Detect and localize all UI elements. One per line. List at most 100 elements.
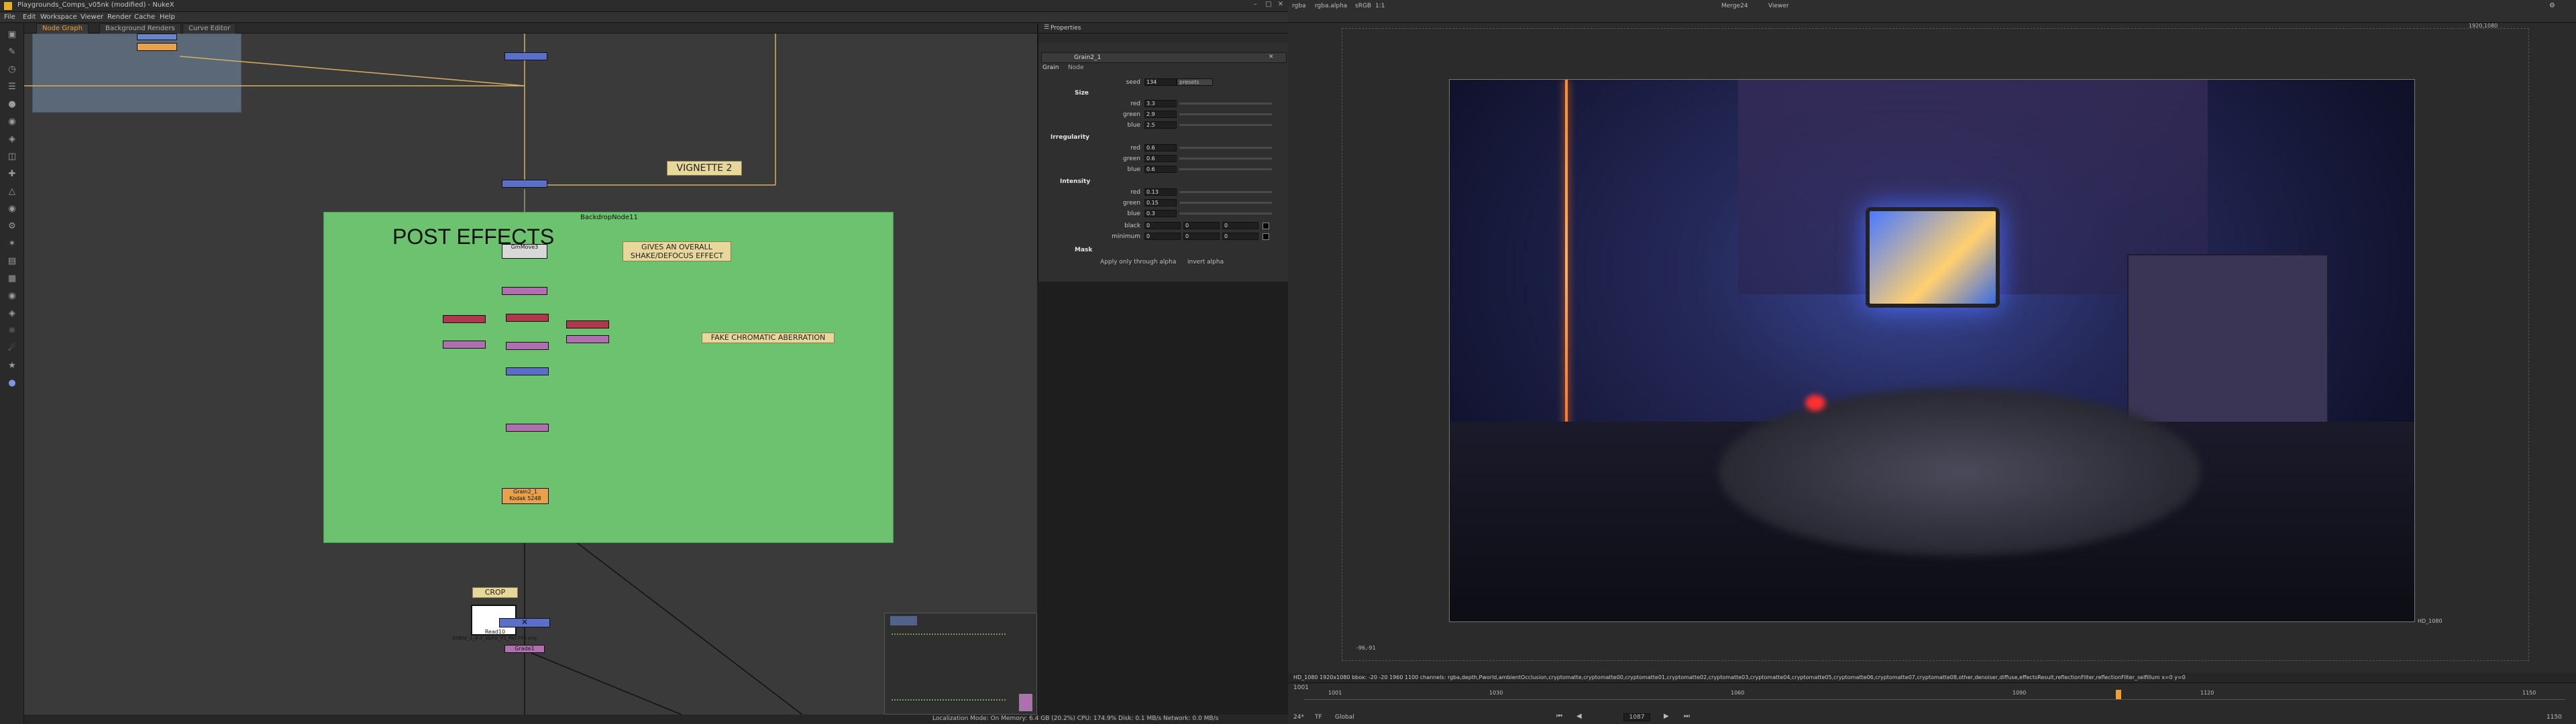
channel-tools-icon[interactable]: ☰ <box>5 80 19 94</box>
tf-dropdown[interactable]: TF <box>1315 714 1322 721</box>
goto-start-icon[interactable]: ⏮ <box>1556 713 1562 720</box>
close-node-icon[interactable]: ✕ <box>1269 54 1274 60</box>
input-b-dropdown[interactable]: Merge24 <box>1721 3 1748 9</box>
presets-dropdown[interactable]: presets <box>1177 78 1213 86</box>
other-tools-icon[interactable]: ◉ <box>5 290 19 303</box>
sticky-crop[interactable]: CROP <box>472 587 518 598</box>
transform-tools-icon[interactable]: ✚ <box>5 168 19 181</box>
3d-tools-icon[interactable]: △ <box>5 185 19 198</box>
size-red-slider[interactable] <box>1179 103 1272 105</box>
apply-alpha-checkbox[interactable]: Apply only through alpha <box>1100 259 1176 265</box>
zoom-dropdown[interactable]: 1:1 <box>1375 3 1385 9</box>
views-tools-icon[interactable]: ◉ <box>5 202 19 216</box>
goto-end-icon[interactable]: ⏭ <box>1684 713 1690 720</box>
sticky-chroma[interactable]: FAKE CHROMATIC ABERRATION <box>702 333 835 343</box>
frame-out[interactable]: 1150 <box>2546 714 2562 721</box>
seed-value[interactable]: 134 <box>1144 78 1177 86</box>
int-blue-value[interactable]: 0.3 <box>1144 210 1177 217</box>
current-frame-field[interactable]: 1087 <box>1623 713 1650 721</box>
node-merge-vignette[interactable] <box>502 180 547 188</box>
tab-grain[interactable]: Grain <box>1042 64 1059 71</box>
minimum-g[interactable]: 0 <box>1183 233 1220 240</box>
menu-help[interactable]: Help <box>160 13 175 21</box>
invert-alpha-checkbox[interactable]: invert alpha <box>1187 259 1224 265</box>
properties-menu-icon[interactable]: ☰ <box>1044 24 1049 31</box>
ocula-tools-icon[interactable]: ☼ <box>5 324 19 338</box>
minimum-b[interactable]: 0 <box>1222 233 1258 240</box>
input-a-dropdown[interactable]: Viewer <box>1768 3 1789 9</box>
node-graph-canvas[interactable]: VIGNETTE 2 BackdropNode11 POST EFFECTS G… <box>24 34 1037 715</box>
play-icon[interactable]: ▶ <box>1664 713 1669 720</box>
toolsets-icon[interactable]: ▦ <box>5 272 19 286</box>
menu-file[interactable]: File <box>4 13 15 21</box>
filter-tools-icon[interactable]: ◉ <box>5 115 19 129</box>
furnace-tools-icon[interactable]: ◈ <box>5 307 19 320</box>
black-color-swatch[interactable] <box>1263 223 1269 229</box>
keyer-tools-icon[interactable]: ◈ <box>5 133 19 146</box>
minimize-icon[interactable]: – <box>1249 1 1261 10</box>
tab-node-graph[interactable]: Node Graph <box>36 23 89 34</box>
gizmo-tools-icon[interactable]: ● <box>5 377 19 390</box>
particles-tools-icon[interactable]: ✶ <box>5 237 19 251</box>
irr-blue-value[interactable]: 0.6 <box>1144 166 1177 173</box>
minimum-r[interactable]: 0 <box>1144 233 1181 240</box>
channels-dropdown[interactable]: rgba <box>1292 3 1305 9</box>
colorspace-dropdown[interactable]: sRGB <box>1355 3 1371 9</box>
node-grain[interactable]: Grain2_1 Kodak 5248 <box>502 488 549 504</box>
backdrop-post-effects[interactable]: BackdropNode11 POST EFFECTS <box>323 212 894 543</box>
viewer-canvas[interactable]: HD_1080 -96,-91 1920,1080 <box>1288 23 2576 673</box>
tab-background-renders[interactable]: Background Renders <box>99 23 181 34</box>
irr-red-value[interactable]: 0.6 <box>1144 144 1177 152</box>
size-blue-value[interactable]: 2.5 <box>1144 121 1177 129</box>
irr-blue-slider[interactable] <box>1179 168 1272 170</box>
menu-cache[interactable]: Cache <box>134 13 155 21</box>
tab-node[interactable]: Node <box>1068 64 1084 71</box>
node-shuffle-out[interactable] <box>506 424 549 432</box>
int-red-value[interactable]: 0.13 <box>1144 188 1177 196</box>
node-shuffle-g[interactable] <box>506 342 549 350</box>
node-shuffle-b[interactable] <box>566 335 609 343</box>
black-b[interactable]: 0 <box>1222 222 1258 229</box>
sticky-vignette[interactable]: VIGNETTE 2 <box>667 161 742 176</box>
node-name-field[interactable]: Grain2_1 <box>1074 54 1101 61</box>
node-transform-r[interactable] <box>443 315 486 323</box>
merge-tools-icon[interactable]: ◫ <box>5 150 19 164</box>
irr-green-slider[interactable] <box>1179 158 1272 160</box>
irr-red-slider[interactable] <box>1179 147 1272 149</box>
image-tools-icon[interactable]: ▣ <box>5 28 19 42</box>
size-green-value[interactable]: 2.9 <box>1144 111 1177 118</box>
draw-tools-icon[interactable]: ✎ <box>5 46 19 59</box>
step-back-icon[interactable]: ◀ <box>1576 713 1582 720</box>
timeline-track[interactable] <box>1304 699 2565 700</box>
size-blue-slider[interactable] <box>1179 124 1272 126</box>
size-red-value[interactable]: 3.3 <box>1144 100 1177 107</box>
metadata-tools-icon[interactable]: ⚙ <box>5 220 19 233</box>
int-green-slider[interactable] <box>1179 202 1272 204</box>
global-dropdown[interactable]: Global <box>1335 714 1354 721</box>
tab-curve-editor[interactable]: Curve Editor <box>182 23 237 34</box>
sticky-shake[interactable]: GIVES AN OVERALL SHAKE/DEFOCUS EFFECT <box>623 241 731 261</box>
time-tools-icon[interactable]: ◷ <box>5 63 19 76</box>
int-blue-slider[interactable] <box>1179 213 1272 215</box>
node-merge-chroma[interactable] <box>506 367 549 375</box>
alpha-dropdown[interactable]: rgba.alpha <box>1315 3 1347 9</box>
menu-workspace[interactable]: Workspace <box>40 13 77 21</box>
node-graph-navigator[interactable] <box>884 613 1037 715</box>
close-icon[interactable]: ✕ <box>1275 1 1287 10</box>
frame-in[interactable]: 1001 <box>1293 684 1309 691</box>
fps-field[interactable]: 24* <box>1293 714 1304 721</box>
int-red-slider[interactable] <box>1179 191 1272 193</box>
menu-viewer[interactable]: Viewer <box>80 13 103 21</box>
node-dissolve[interactable]: ✕ <box>499 618 550 627</box>
black-r[interactable]: 0 <box>1144 222 1181 229</box>
black-g[interactable]: 0 <box>1183 222 1220 229</box>
node-grade[interactable]: Grade1 <box>504 645 545 653</box>
plugins-tools-icon[interactable]: ★ <box>5 359 19 373</box>
menu-render[interactable]: Render <box>107 13 131 21</box>
node-camshake[interactable]: GmMove3 <box>502 244 547 259</box>
node-merge-top[interactable] <box>504 52 547 60</box>
color-tools-icon[interactable]: ● <box>5 98 19 111</box>
node-transform-g[interactable] <box>506 314 549 322</box>
maximize-icon[interactable]: □ <box>1263 1 1275 10</box>
deep-tools-icon[interactable]: ▤ <box>5 255 19 268</box>
